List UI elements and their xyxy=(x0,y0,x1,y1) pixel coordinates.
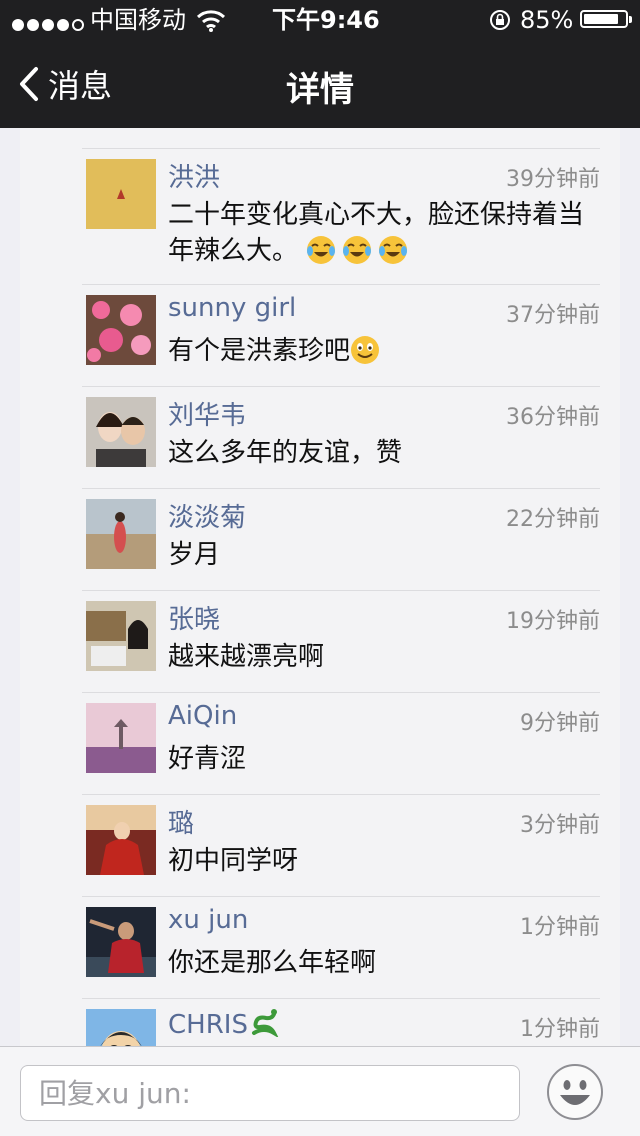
comment-author[interactable]: 璐 xyxy=(168,803,194,840)
wifi-icon xyxy=(196,8,226,38)
header: 中国移动 下午9:46 85% 消息 详情 xyxy=(0,0,640,128)
comment-text: 这么多年的友谊，赞 xyxy=(168,438,403,468)
comment-text: 岁月 xyxy=(168,540,221,570)
comment-timestamp: 1分钟前 xyxy=(520,1017,600,1042)
comment-timestamp: 36分钟前 xyxy=(506,405,600,430)
rotation-lock-icon xyxy=(488,8,512,38)
status-time: 下午9:46 xyxy=(272,6,380,34)
navigation-bar: 消息 详情 xyxy=(0,40,640,128)
comment-body: 有个是洪素珍吧 xyxy=(168,336,351,366)
battery-icon xyxy=(580,10,632,28)
carrier-label: 中国移动 xyxy=(90,6,186,34)
comment-timestamp: 37分钟前 xyxy=(506,303,600,328)
avatar[interactable] xyxy=(86,907,156,977)
comment-item[interactable]: 刘华韦 36分钟前 这么多年的友谊，赞 xyxy=(82,386,600,488)
comment-timestamp: 1分钟前 xyxy=(520,915,600,940)
page-title: 详情 xyxy=(286,70,354,110)
smile-emoji xyxy=(350,335,380,365)
comment-author[interactable]: AiQin xyxy=(168,701,237,731)
status-bar: 中国移动 下午9:46 85% xyxy=(0,0,640,40)
avatar[interactable] xyxy=(86,1009,156,1046)
comment-timestamp: 9分钟前 xyxy=(520,711,600,736)
smiley-face-icon xyxy=(547,1064,603,1120)
joy-tears-emoji xyxy=(306,235,336,265)
signal-dots-icon xyxy=(12,10,87,38)
avatar[interactable] xyxy=(86,159,156,229)
comment-author[interactable]: 淡淡菊 xyxy=(168,497,246,534)
comment-item[interactable]: CHRIS 1分钟前 xyxy=(82,998,600,1046)
comment-item[interactable]: 张晓 19分钟前 越来越漂亮啊 xyxy=(82,590,600,692)
comment-timestamp: 22分钟前 xyxy=(506,507,600,532)
avatar[interactable] xyxy=(86,601,156,671)
emoji-button[interactable] xyxy=(546,1063,604,1121)
comment-author[interactable]: sunny girl xyxy=(168,293,296,323)
comment-timestamp: 19分钟前 xyxy=(506,609,600,634)
comment-author[interactable]: CHRIS xyxy=(168,1007,280,1040)
comment-author[interactable]: 洪洪 xyxy=(168,157,220,194)
comment-item[interactable]: 璐 3分钟前 初中同学呀 xyxy=(82,794,600,896)
comment-item[interactable]: 洪洪 39分钟前 二十年变化真心不大，脸还保持着当年辣么大。 xyxy=(82,148,600,284)
avatar[interactable] xyxy=(86,295,156,365)
comment-author[interactable]: xu jun xyxy=(168,905,248,935)
comment-author-text: CHRIS xyxy=(168,1010,248,1040)
reply-input[interactable] xyxy=(20,1065,520,1121)
joy-tears-emoji xyxy=(342,235,372,265)
snake-icon xyxy=(250,1007,280,1039)
comment-item[interactable]: AiQin 9分钟前 好青涩 xyxy=(82,692,600,794)
comment-text: 越来越漂亮啊 xyxy=(168,642,325,672)
comment-timestamp: 3分钟前 xyxy=(520,813,600,838)
comment-text: 初中同学呀 xyxy=(168,846,299,876)
comment-text: 二十年变化真心不大，脸还保持着当年辣么大。 xyxy=(168,197,598,269)
joy-tears-emoji xyxy=(378,235,408,265)
avatar[interactable] xyxy=(86,397,156,467)
comment-item[interactable]: 淡淡菊 22分钟前 岁月 xyxy=(82,488,600,590)
comment-timestamp: 39分钟前 xyxy=(506,167,600,192)
comment-text: 好青涩 xyxy=(168,744,247,774)
comment-text: 有个是洪素珍吧 xyxy=(168,333,598,369)
comment-author[interactable]: 刘华韦 xyxy=(168,395,246,432)
comment-body: 二十年变化真心不大，脸还保持着当年辣么大。 xyxy=(168,200,585,266)
comment-text: 你还是那么年轻啊 xyxy=(168,948,377,978)
comment-author[interactable]: 张晓 xyxy=(168,599,220,636)
comment-list[interactable]: 洪洪 39分钟前 二十年变化真心不大，脸还保持着当年辣么大。 sunny gir… xyxy=(20,128,620,1046)
avatar[interactable] xyxy=(86,805,156,875)
avatar[interactable] xyxy=(86,703,156,773)
comment-item[interactable]: sunny girl 37分钟前 有个是洪素珍吧 xyxy=(82,284,600,386)
comment-item[interactable]: xu jun 1分钟前 你还是那么年轻啊 xyxy=(82,896,600,998)
battery-percentage: 85% xyxy=(520,6,574,34)
reply-bar xyxy=(0,1046,640,1136)
avatar[interactable] xyxy=(86,499,156,569)
